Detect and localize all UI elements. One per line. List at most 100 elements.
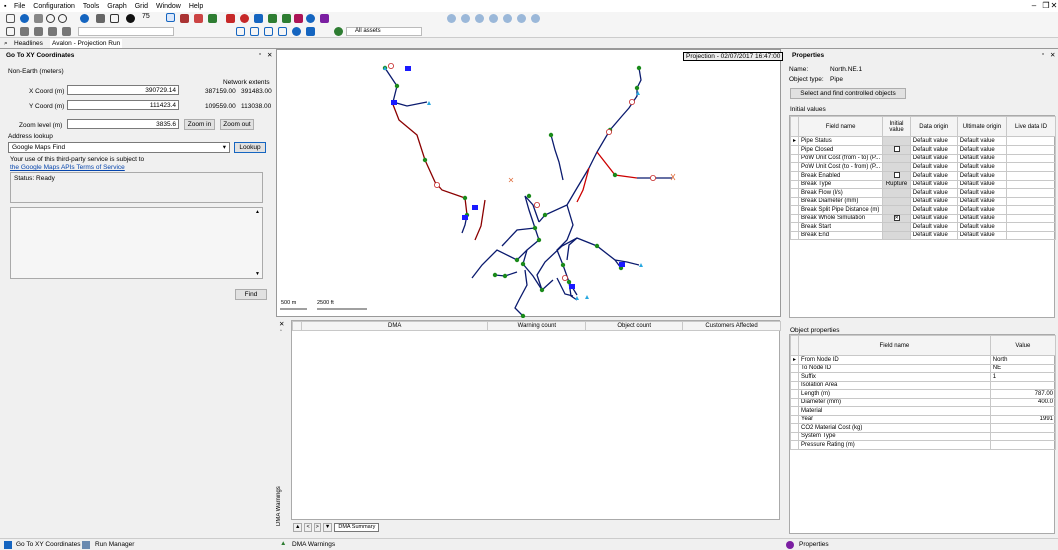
- iv-live-data-id[interactable]: [1006, 188, 1056, 198]
- pause-icon[interactable]: [489, 14, 498, 23]
- table-view-icon[interactable]: [250, 27, 259, 36]
- pan-icon[interactable]: [34, 14, 43, 23]
- step-forward-icon[interactable]: [517, 14, 526, 23]
- measure-icon[interactable]: [62, 27, 71, 36]
- globe-icon[interactable]: [20, 14, 29, 23]
- zoom-out-button[interactable]: Zoom out: [220, 119, 254, 130]
- menu-graph[interactable]: Graph: [103, 2, 130, 12]
- filter-icon[interactable]: [48, 27, 57, 36]
- prev-tab-icon[interactable]: <: [304, 523, 312, 532]
- iv-table-row[interactable]: Pipe Closed Default value Default value: [789, 144, 1056, 155]
- lookup-button[interactable]: Lookup: [234, 142, 266, 153]
- network-map[interactable]: [277, 50, 782, 318]
- iv-live-data-id[interactable]: [1006, 179, 1056, 189]
- iv-table-row[interactable]: Break Flow (l/s) Default value Default val…: [789, 188, 1056, 198]
- iv-ultimate-origin[interactable]: Default value: [956, 230, 1008, 240]
- provider-select[interactable]: Google Maps Find ▾: [8, 142, 230, 153]
- object-properties-grid[interactable]: Field name Value ▸ From Node ID North To No…: [789, 334, 1057, 534]
- list-view-icon[interactable]: [264, 27, 273, 36]
- iv-initial-value[interactable]: [882, 222, 911, 232]
- dma-col-customers-affected[interactable]: Customers Affected: [682, 321, 781, 331]
- assets-select[interactable]: All assets: [346, 27, 422, 36]
- statusbar-tab-goto[interactable]: Go To XY Coordinates: [16, 541, 80, 548]
- op-value[interactable]: NE: [989, 363, 1057, 373]
- iv-initial-value[interactable]: [882, 153, 911, 163]
- scroll-up-icon[interactable]: ▲: [255, 209, 260, 215]
- iv-initial-value[interactable]: ✕: [882, 213, 911, 223]
- last-tab-icon[interactable]: ▼: [322, 523, 333, 532]
- op-value[interactable]: [989, 440, 1057, 450]
- iv-field-name[interactable]: Break Flow (l/s): [798, 188, 884, 198]
- play-start-icon[interactable]: [447, 14, 456, 23]
- op-value[interactable]: 1991: [989, 414, 1057, 424]
- op-field-name[interactable]: Length (m): [798, 389, 991, 399]
- op-value[interactable]: [989, 380, 1057, 390]
- iv-initial-value[interactable]: [882, 170, 911, 181]
- iv-initial-value[interactable]: [882, 230, 911, 240]
- iv-initial-value[interactable]: [882, 136, 911, 146]
- iv-ultimate-origin[interactable]: Default value: [956, 153, 1008, 163]
- iv-initial-value[interactable]: [882, 162, 911, 172]
- iv-ultimate-origin[interactable]: Default value: [956, 170, 1008, 181]
- dma-panel-pin-icon[interactable]: ▫: [280, 328, 282, 334]
- tab-headlines[interactable]: Headlines: [14, 39, 43, 48]
- grid-view-icon[interactable]: [236, 27, 245, 36]
- iv-ultimate-origin[interactable]: Default value: [956, 136, 1008, 146]
- connect-icon[interactable]: [208, 14, 217, 23]
- dma-warnings-side-tab[interactable]: DMA Warnings: [276, 478, 286, 534]
- iv-table-row[interactable]: Break Enabled Default value Default value: [789, 170, 1056, 181]
- trace-icon[interactable]: [194, 14, 203, 23]
- play-end-icon[interactable]: [531, 14, 540, 23]
- zoom-in-icon[interactable]: [46, 14, 55, 23]
- refresh-icon[interactable]: [80, 14, 89, 23]
- close-icon[interactable]: ✕: [1048, 1, 1058, 11]
- op-field-name[interactable]: CO2 Material Cost (kg): [798, 423, 991, 433]
- iv-data-origin[interactable]: Default value: [909, 222, 958, 232]
- scenario-icon[interactable]: [320, 14, 329, 23]
- initial-values-grid[interactable]: Field name Initial value Data origin Ult…: [789, 115, 1056, 318]
- print-icon[interactable]: [96, 14, 105, 23]
- checkbox-icon[interactable]: [893, 172, 900, 178]
- dma-grid[interactable]: DMA Warning count Object count Customers…: [291, 320, 781, 520]
- iv-live-data-id[interactable]: [1006, 170, 1056, 181]
- iv-live-data-id[interactable]: [1006, 196, 1056, 206]
- op-field-name[interactable]: Material: [798, 406, 991, 416]
- iv-data-origin[interactable]: Default value: [909, 213, 958, 223]
- statusbar-tab-run-manager[interactable]: Run Manager: [95, 541, 134, 548]
- iv-table-row[interactable]: PoW Unit Cost (to - from) (P... Default v…: [789, 162, 1056, 172]
- iv-data-origin[interactable]: Default value: [909, 162, 958, 172]
- op-value[interactable]: [989, 406, 1057, 416]
- op-field-name[interactable]: Pressure Rating (m): [798, 440, 991, 450]
- checkbox-checked-icon[interactable]: ✕: [893, 215, 900, 222]
- iv-table-row[interactable]: Break Type Rupture Default value Default va…: [789, 179, 1056, 189]
- iv-initial-value[interactable]: [882, 205, 911, 215]
- info-icon[interactable]: [306, 14, 315, 23]
- op-field-name[interactable]: Diameter (mm): [798, 397, 991, 407]
- op-col-value[interactable]: Value: [989, 335, 1057, 356]
- pin-icon[interactable]: [34, 27, 43, 36]
- panel-pin-icon[interactable]: ▫: [259, 51, 261, 58]
- iv-field-name[interactable]: PoW Unit Cost (from - to) (P...: [798, 153, 884, 163]
- iv-data-origin[interactable]: Default value: [909, 196, 958, 206]
- menu-configuration[interactable]: Configuration: [29, 2, 79, 12]
- op-value[interactable]: 787.00: [989, 389, 1057, 399]
- statusbar-tab-dma-warnings[interactable]: DMA Warnings: [292, 541, 335, 548]
- iv-live-data-id[interactable]: [1006, 222, 1056, 232]
- op-field-name[interactable]: Isolation Area: [798, 380, 991, 390]
- menu-tools[interactable]: Tools: [79, 2, 103, 12]
- op-value[interactable]: [989, 431, 1057, 441]
- iv-ultimate-origin[interactable]: Default value: [956, 205, 1008, 215]
- run-icon[interactable]: [254, 14, 263, 23]
- iv-data-origin[interactable]: Default value: [909, 230, 958, 240]
- iv-live-data-id[interactable]: [1006, 230, 1056, 240]
- iv-live-data-id[interactable]: [1006, 205, 1056, 215]
- iv-field-name[interactable]: Break Split Pipe Distance (m): [798, 205, 884, 215]
- iv-table-row[interactable]: Break Start Default value Default value: [789, 222, 1056, 232]
- iv-ultimate-origin[interactable]: Default value: [956, 196, 1008, 206]
- iv-field-name[interactable]: Break Type: [798, 179, 884, 189]
- op-table-row[interactable]: Suffix 1: [789, 372, 1057, 382]
- iv-ultimate-origin[interactable]: Default value: [956, 213, 1008, 223]
- iv-ultimate-origin[interactable]: Default value: [956, 162, 1008, 172]
- isolate-icon[interactable]: [240, 14, 249, 23]
- terms-link[interactable]: the Google Maps APIs Terms of Service: [10, 164, 125, 171]
